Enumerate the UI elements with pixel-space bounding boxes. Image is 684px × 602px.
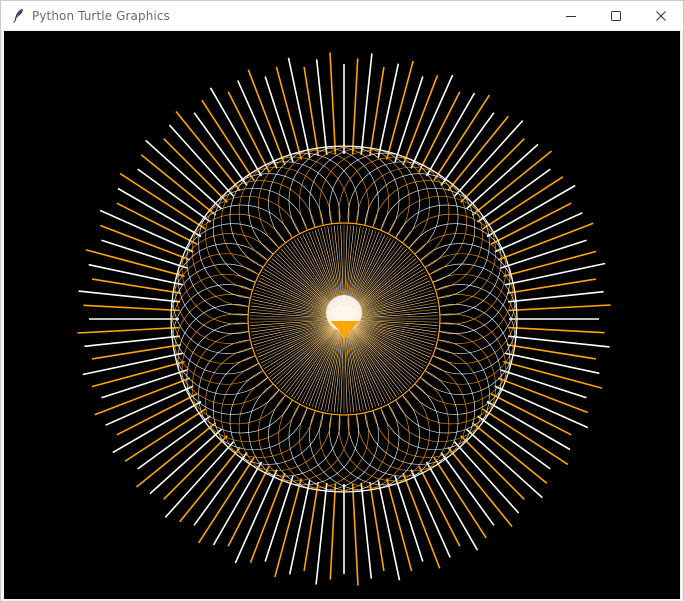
ray-line	[505, 352, 600, 375]
ray-line	[78, 290, 180, 303]
ray-line	[88, 263, 183, 286]
ray-line	[137, 168, 211, 223]
ray-line	[91, 360, 185, 388]
ray-line	[425, 92, 476, 177]
title-bar[interactable]: Python Turtle Graphics	[1, 1, 683, 30]
ray-line	[163, 435, 228, 500]
ray-line	[503, 250, 597, 278]
ray-line	[275, 66, 303, 160]
ray-line	[201, 99, 255, 182]
ray-line	[329, 483, 337, 580]
ray-line	[117, 187, 202, 238]
ray-line	[83, 304, 180, 312]
ray-line	[193, 112, 248, 186]
ray-line	[477, 168, 551, 223]
ray-line	[385, 478, 413, 572]
ray-line	[508, 335, 610, 348]
ray-line	[360, 53, 373, 155]
ray-line	[477, 415, 551, 470]
ray-line	[440, 452, 495, 526]
ray-line	[508, 326, 605, 334]
ray-line	[288, 480, 311, 575]
maximize-button[interactable]	[593, 1, 638, 30]
window-title: Python Turtle Graphics	[32, 8, 170, 23]
maximize-icon	[610, 10, 621, 21]
ray-line	[77, 326, 180, 334]
ray-line	[315, 483, 328, 585]
ray-line	[351, 483, 359, 586]
ray-line	[377, 480, 401, 581]
feather-icon	[10, 8, 26, 24]
ray-line	[124, 408, 207, 462]
turtle-window: Python Turtle Graphics	[0, 0, 684, 602]
ray-line	[212, 461, 263, 546]
ray-line	[505, 262, 606, 286]
ray-line	[433, 456, 487, 539]
minimize-icon	[565, 15, 576, 17]
ray-line	[360, 483, 373, 579]
ray-line	[481, 176, 564, 230]
ray-line	[82, 352, 183, 376]
ray-line	[351, 58, 359, 155]
ray-line	[440, 112, 495, 186]
ray-line	[163, 138, 228, 203]
ray-line	[329, 52, 337, 155]
ray-line	[315, 59, 328, 155]
spirograph-drawing	[77, 52, 611, 586]
ray-line	[377, 63, 400, 158]
ray-line	[287, 57, 311, 158]
ray-line	[508, 304, 611, 312]
turtle-canvas[interactable]	[4, 31, 680, 599]
ray-line	[84, 335, 180, 348]
ray-line	[460, 138, 525, 203]
ray-line	[460, 435, 525, 500]
close-button[interactable]	[638, 1, 683, 30]
close-icon	[655, 10, 666, 21]
ray-line	[486, 400, 571, 451]
ray-line	[193, 452, 248, 526]
window-controls	[548, 1, 683, 30]
minimize-button[interactable]	[548, 1, 593, 30]
ray-line	[508, 290, 604, 303]
ray-line	[137, 415, 211, 470]
